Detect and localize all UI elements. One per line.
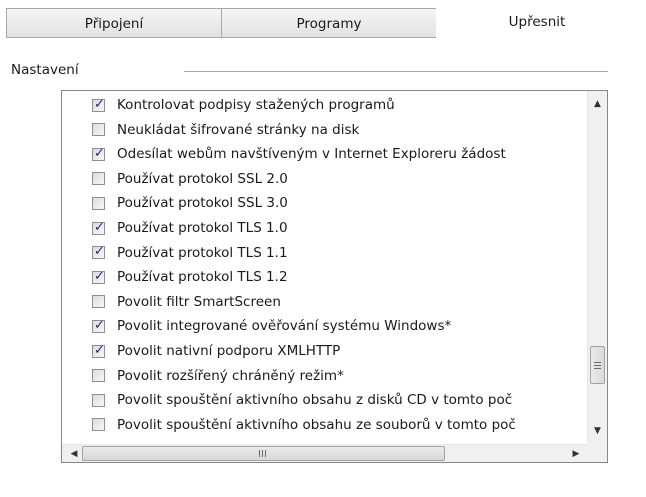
setting-label: Povolit filtr SmartScreen [117,293,281,310]
checkbox-unchecked[interactable] [92,418,105,432]
setting-label: Používat protokol TLS 1.1 [117,244,288,261]
setting-item[interactable]: ✓ Používat protokol TLS 1.1 [92,241,288,265]
checkbox-unchecked[interactable] [92,393,105,407]
checkmark-icon: ✓ [94,342,105,358]
setting-item[interactable]: ✓ Povolit nativní podporu XMLHTTP [92,339,340,363]
grip-line [262,450,263,457]
checkbox-unchecked[interactable] [92,295,105,309]
setting-item[interactable]: Povolit spouštění aktivního obsahu z dis… [92,388,512,412]
scroll-left-icon[interactable]: ◀ [65,445,83,462]
checkmark-icon: ✓ [94,145,105,161]
setting-label: Používat protokol SSL 2.0 [117,170,288,187]
checkmark-icon: ✓ [94,244,105,260]
checkbox-unchecked[interactable] [92,172,105,186]
setting-label: Povolit spouštění aktivního obsahu z dis… [117,392,513,409]
setting-item[interactable]: Používat protokol SSL 2.0 [92,167,288,191]
setting-label: Povolit rozšířený chráněný režim* [117,367,344,384]
tab-strip: Připojení Programy Upřesnit [6,6,638,40]
checkbox-checked[interactable]: ✓ [92,244,105,260]
setting-item[interactable]: Používat protokol SSL 3.0 [92,191,288,215]
vertical-scrollbar[interactable]: ▲ ▼ [587,91,607,444]
setting-label: Používat protokol TLS 1.2 [117,269,288,286]
checkbox-checked[interactable]: ✓ [92,342,105,358]
horizontal-scrollbar[interactable]: ◀ ▶ [62,444,588,462]
scroll-right-icon[interactable]: ▶ [567,445,585,462]
vertical-scroll-thumb[interactable] [590,346,605,384]
setting-item[interactable]: ✓ Používat protokol TLS 1.2 [92,265,288,289]
settings-list[interactable]: ✓ Kontrolovat podpisy stažených programů N… [61,90,608,463]
settings-items: ✓ Kontrolovat podpisy stažených programů N… [62,91,588,444]
setting-label: Povolit spouštění aktivního obsahu ze so… [117,416,516,433]
checkmark-icon: ✓ [94,219,105,235]
setting-label: Používat protokol TLS 1.0 [117,220,288,236]
setting-label: Povolit nativní podporu XMLHTTP [117,343,341,359]
setting-item[interactable]: ✓ Povolit integrované ověřování systému W… [92,314,451,338]
scroll-corner [587,444,607,462]
checkbox-unchecked[interactable] [92,123,105,137]
grip-line [594,368,601,369]
checkbox-checked[interactable]: ✓ [92,145,105,161]
setting-item[interactable]: ✓ Kontrolovat podpisy stažených programů [92,93,395,117]
setting-label: Povolit integrované ověřování systému Wi… [117,318,452,335]
checkbox-unchecked[interactable] [92,196,105,210]
setting-item[interactable]: Povolit filtr SmartScreen [92,290,281,314]
setting-item[interactable]: Povolit spouštění aktivního obsahu ze so… [92,413,516,437]
horizontal-scroll-thumb[interactable] [82,446,445,461]
checkbox-checked[interactable]: ✓ [92,96,105,112]
grip-line [265,450,266,457]
setting-label: Kontrolovat podpisy stažených programů [117,97,395,113]
setting-label: Používat protokol SSL 3.0 [117,195,288,212]
checkbox-unchecked[interactable] [92,369,105,383]
checkbox-checked[interactable]: ✓ [92,268,105,284]
setting-item[interactable]: Povolit rozšířený chráněný režim* [92,364,344,388]
scroll-down-icon[interactable]: ▼ [588,422,607,440]
grip-line [594,365,601,366]
tab-pripojeni[interactable]: Připojení [6,8,222,38]
checkmark-icon: ✓ [94,268,105,284]
tab-programy[interactable]: Programy [221,8,437,38]
checkmark-icon: ✓ [94,317,105,333]
setting-label: Odesílat webům navštíveným v Internet Ex… [117,146,506,163]
settings-section-label: Nastavení [11,62,79,78]
scroll-up-icon[interactable]: ▲ [588,95,607,113]
grip-line [594,362,601,363]
checkbox-checked[interactable]: ✓ [92,219,105,235]
setting-item[interactable]: ✓ Používat protokol TLS 1.0 [92,216,288,240]
section-divider [184,71,608,72]
setting-item[interactable]: ✓ Odesílat webům navštíveným v Internet E… [92,142,506,166]
checkmark-icon: ✓ [94,96,105,112]
grip-line [259,450,260,457]
tab-upresnit[interactable]: Upřesnit [436,6,638,40]
checkbox-checked[interactable]: ✓ [92,317,105,333]
setting-label: Neukládat šifrované stránky na disk [117,121,360,138]
setting-item[interactable]: Neukládat šifrované stránky na disk [92,118,359,142]
